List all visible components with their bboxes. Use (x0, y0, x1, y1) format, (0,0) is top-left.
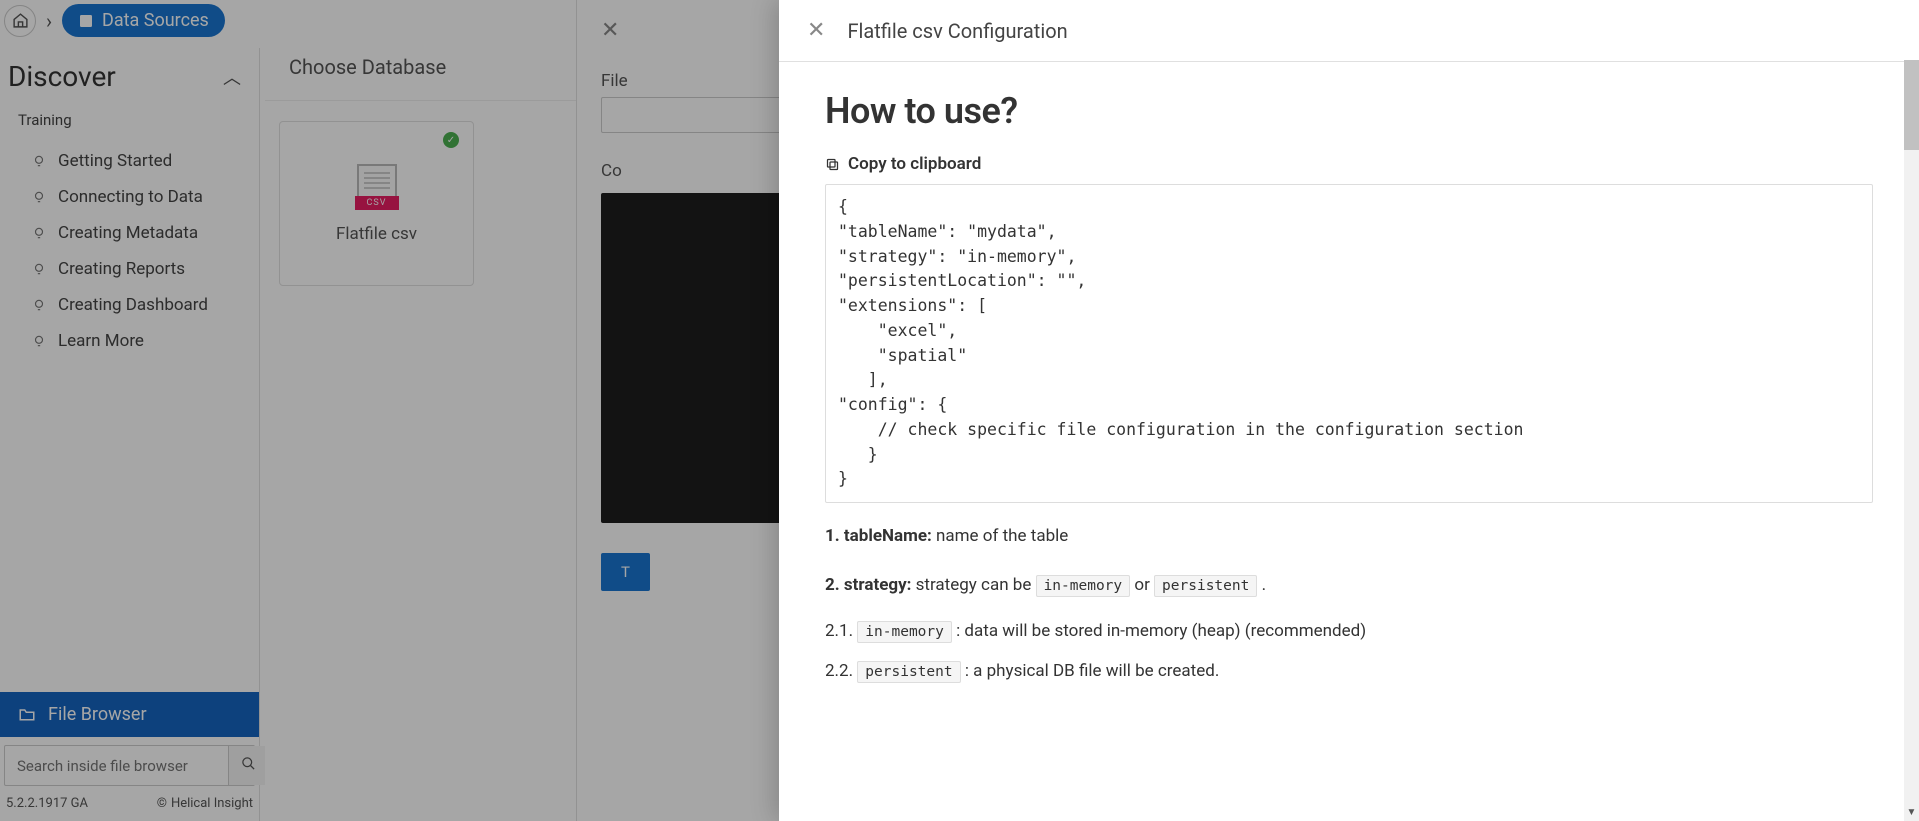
desc-strategy-in-memory: 2.1. in-memory : data will be stored in-… (825, 621, 1873, 641)
code-in-memory: in-memory (857, 621, 952, 643)
code-persistent: persistent (857, 661, 960, 683)
help-drawer: ✕ Flatfile csv Configuration How to use?… (779, 0, 1919, 821)
code-in-memory: in-memory (1036, 575, 1131, 597)
drawer-title: Flatfile csv Configuration (847, 19, 1067, 43)
copy-icon (825, 157, 840, 172)
desc-strategy: 2. strategy: strategy can be in-memory o… (825, 572, 1873, 599)
drawer-scrollbar[interactable]: ▼ (1904, 60, 1919, 821)
how-to-heading: How to use? (825, 90, 1873, 132)
copy-label: Copy to clipboard (848, 154, 981, 174)
drawer-close-icon[interactable]: ✕ (807, 18, 825, 43)
desc-tablename: 1. tableName: name of the table (825, 523, 1873, 550)
scrollbar-thumb[interactable] (1904, 60, 1919, 150)
desc-strategy-persistent: 2.2. persistent : a physical DB file wil… (825, 661, 1873, 681)
scrollbar-down-arrow[interactable]: ▼ (1904, 804, 1919, 821)
code-example: { "tableName": "mydata", "strategy": "in… (825, 184, 1873, 503)
drawer-header: ✕ Flatfile csv Configuration (779, 0, 1919, 62)
copy-to-clipboard-button[interactable]: Copy to clipboard (825, 154, 1873, 174)
drawer-body: How to use? Copy to clipboard { "tableNa… (779, 62, 1919, 821)
code-persistent: persistent (1154, 575, 1257, 597)
